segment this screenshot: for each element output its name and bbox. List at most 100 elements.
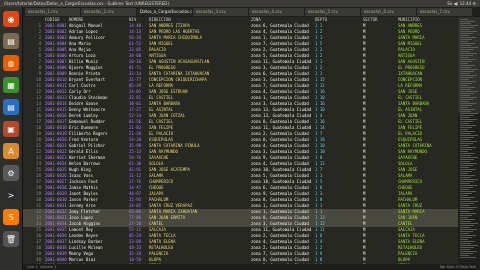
minimap-line (460, 131, 475, 132)
tab-bar: escuelas_1.csv escuelas_2.csv Datos_a_Carg… (23, 7, 480, 17)
minimap-line (460, 49, 474, 50)
minimap-line (460, 211, 469, 212)
minimap-line (460, 25, 478, 26)
minimap-line (460, 29, 470, 30)
system-tray[interactable]: En ◀) 12:44 ⚙ (447, 0, 476, 7)
minimap-line (460, 31, 477, 32)
minimap-line (460, 45, 471, 46)
minimap-line (460, 163, 477, 164)
minimap-line (460, 93, 474, 94)
minimap-line (460, 75, 477, 76)
tab-0[interactable]: escuelas_1.csv (25, 8, 80, 16)
minimap-line (460, 107, 468, 108)
minimap-line (460, 71, 474, 72)
firefox-icon[interactable]: ◍ (3, 55, 19, 71)
minimap-line (460, 135, 478, 136)
minimap-line (460, 187, 473, 188)
trash-icon[interactable]: 🗑 (3, 231, 19, 247)
status-syntax[interactable]: Tab Size: 4 Plain Text (440, 264, 476, 270)
minimap-line (460, 195, 468, 196)
window-title: /Users/tutorial/Datos/Datos_a_CargarEscu… (4, 1, 169, 6)
minimap-line (460, 123, 469, 124)
status-bar: Line 1, Column 1 Tab Size: 4 Plain Text (23, 264, 480, 270)
minimap-line (460, 219, 475, 220)
minimap-line (460, 33, 473, 34)
minimap-line (460, 149, 472, 150)
tab-5[interactable]: escuelas_5.csv (305, 8, 360, 16)
unity-launcher: ◉ ▤ ◍ ▦ ▤ ▣ A ⚙ > S 🗑 (0, 7, 23, 270)
minimap-line (460, 167, 469, 168)
minimap-line (460, 235, 476, 236)
minimap-line (460, 85, 468, 86)
minimap-line (460, 159, 474, 160)
tab-1[interactable]: escuelas_2.csv (81, 8, 136, 16)
minimap-line (460, 203, 474, 204)
tab-6[interactable]: escuelas_6.csv (361, 8, 416, 16)
minimap-line (460, 179, 478, 180)
tab-active[interactable]: Datos_a_CargarEscuelas.csv (137, 8, 192, 16)
minimap-line (460, 89, 471, 90)
minimap-line (460, 233, 469, 234)
minimap-line (460, 143, 473, 144)
minimap-line (460, 201, 478, 202)
minimap-line (460, 223, 478, 224)
minimap-line (460, 173, 468, 174)
editor-area[interactable]: CODIGO NOMBRE NIV DIRECCION ZONA DEPTO SECTOR M… (23, 17, 458, 264)
minimap-line (460, 105, 472, 106)
minimap-line (460, 165, 473, 166)
minimap-line (460, 41, 468, 42)
settings-icon[interactable]: ⚙ (3, 165, 19, 181)
minimap-line (460, 129, 468, 130)
tab-4[interactable]: escuelas_4.csv (249, 8, 304, 16)
minimap-line (460, 239, 468, 240)
dash-icon[interactable]: ◉ (3, 11, 19, 27)
minimap[interactable] (458, 17, 480, 264)
minimap-line (460, 103, 476, 104)
minimap-line (460, 199, 471, 200)
minimap-line (460, 185, 477, 186)
tab-7[interactable]: escuelas_7.csv (417, 8, 472, 16)
minimap-line (460, 229, 477, 230)
minimap-line (460, 125, 476, 126)
minimap-line (460, 53, 477, 54)
minimap-line (460, 35, 469, 36)
minimap-line (460, 113, 478, 114)
minimap-line (460, 151, 468, 152)
impress-icon[interactable]: ▣ (3, 121, 19, 137)
minimap-line (460, 243, 471, 244)
minimap-line (460, 193, 472, 194)
terminal-icon[interactable]: > (3, 187, 19, 203)
software-center-icon[interactable]: A (3, 143, 19, 159)
minimap-line (460, 189, 469, 190)
minimap-line (460, 241, 475, 242)
minimap-line (460, 175, 475, 176)
minimap-line (460, 137, 474, 138)
minimap-line (460, 255, 469, 256)
minimap-line (460, 155, 471, 156)
minimap-line (460, 27, 474, 28)
minimap-line (460, 65, 475, 66)
files-icon[interactable]: ▤ (3, 33, 19, 49)
minimap-line (460, 21, 475, 22)
minimap-line (460, 91, 478, 92)
minimap-line (460, 51, 470, 52)
minimap-line (460, 221, 471, 222)
minimap-line (460, 55, 473, 56)
minimap-line (460, 117, 470, 118)
minimap-line (460, 61, 472, 62)
minimap-line (460, 81, 476, 82)
minimap-line (460, 181, 474, 182)
minimap-line (460, 37, 476, 38)
minimap-line (460, 59, 476, 60)
minimap-line (460, 77, 473, 78)
writer-icon[interactable]: ▤ (3, 99, 19, 115)
spreadsheet-icon[interactable]: ▦ (3, 77, 19, 93)
minimap-line (460, 115, 474, 116)
minimap-line (460, 19, 468, 20)
tab-3[interactable]: escuelas_3.csv (193, 8, 248, 16)
sublime-icon[interactable]: S (3, 209, 19, 225)
minimap-line (460, 121, 473, 122)
minimap-line (460, 205, 470, 206)
minimap-line (460, 101, 469, 102)
minimap-line (460, 67, 471, 68)
